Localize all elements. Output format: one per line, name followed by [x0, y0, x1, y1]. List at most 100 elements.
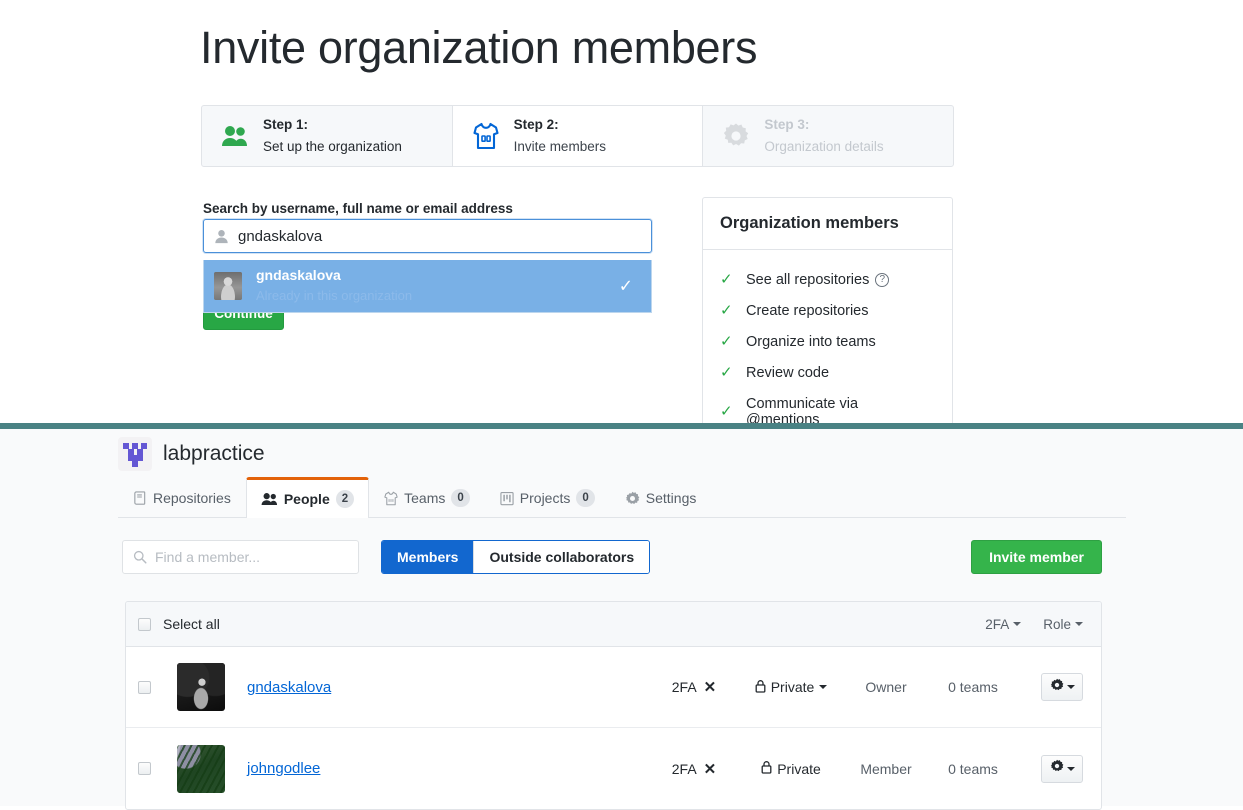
table-row: johngodlee 2FA ✕ Private Member 0 teams [126, 728, 1101, 809]
gear-icon [721, 121, 751, 151]
identicon-logo [118, 437, 152, 471]
jersey-icon [471, 121, 501, 151]
member-type-toggle: Members Outside collaborators [381, 540, 650, 574]
member-username-link[interactable]: johngodlee [247, 760, 320, 777]
wizard-step-3-desc: Organization details [764, 139, 883, 154]
toggle-members[interactable]: Members [382, 541, 473, 573]
table-row: gndaskalova 2FA ✕ Private Owner 0 teams [126, 647, 1101, 728]
people-icon [220, 121, 250, 151]
search-label: Search by username, full name or email a… [203, 201, 513, 216]
username-autocomplete-dropdown: gndaskalova Already in this organization… [203, 260, 652, 313]
visibility-dropdown[interactable]: Private [737, 679, 845, 696]
avatar [214, 272, 242, 300]
filter-2fa-label: 2FA [985, 617, 1009, 632]
twofa-label: 2FA [672, 761, 697, 777]
find-member-input[interactable]: Find a member... [122, 540, 359, 574]
perk-label: Review code [746, 365, 829, 381]
perk-label: See all repositories [746, 272, 869, 288]
x-icon: ✕ [704, 678, 717, 696]
visibility-label: Private [771, 679, 815, 695]
tab-teams[interactable]: Teams 0 [369, 478, 485, 517]
page-title: Invite organization members [200, 22, 757, 74]
wizard-step-1-desc: Set up the organization [263, 139, 402, 154]
tab-teams-count: 0 [451, 489, 469, 507]
check-icon: ✓ [720, 334, 734, 349]
search-input-value: gndaskalova [238, 228, 322, 245]
check-icon: ✓ [720, 404, 734, 419]
organization-tabs: Repositories People 2 Teams [118, 478, 1126, 518]
tab-projects-count: 0 [576, 489, 594, 507]
gear-icon [625, 491, 640, 506]
tab-people-label: People [284, 491, 330, 507]
help-icon[interactable]: ? [875, 273, 889, 287]
chevron-down-icon [1075, 622, 1083, 626]
autocomplete-option-subtext: Already in this organization [256, 288, 412, 303]
organization-members-panel-title: Organization members [703, 198, 952, 250]
twofa-status: 2FA ✕ [651, 760, 737, 778]
toggle-outside-collaborators[interactable]: Outside collaborators [473, 541, 649, 573]
filter-role-label: Role [1043, 617, 1071, 632]
filter-2fa[interactable]: 2FA [985, 617, 1021, 632]
organization-header: labpractice [118, 437, 265, 471]
perk-item: ✓ Review code [720, 357, 935, 388]
repo-icon [133, 491, 147, 506]
find-member-placeholder: Find a member... [155, 549, 260, 565]
perk-item: ✓ Create repositories [720, 295, 935, 326]
wizard-step-2[interactable]: Step 2: Invite members [453, 106, 704, 166]
perk-label: Communicate via @mentions [746, 396, 935, 424]
perk-label: Organize into teams [746, 334, 876, 350]
people-icon [261, 492, 278, 506]
wizard-stepper: Step 1: Set up the organization Step 2: … [201, 105, 954, 167]
tab-people-count: 2 [336, 490, 354, 508]
avatar [177, 745, 225, 793]
tab-people[interactable]: People 2 [246, 477, 369, 518]
wizard-step-1[interactable]: Step 1: Set up the organization [202, 106, 453, 166]
select-all-checkbox[interactable] [138, 618, 151, 631]
perk-item: ✓ Organize into teams [720, 326, 935, 357]
tab-projects[interactable]: Projects 0 [485, 478, 610, 517]
people-toolbar: Find a member... Members Outside collabo… [122, 540, 1102, 574]
autocomplete-option[interactable]: gndaskalova Already in this organization… [204, 260, 651, 312]
perk-item: ✓ Communicate via @mentions [720, 388, 935, 423]
row-settings-button[interactable] [1041, 755, 1083, 783]
invite-member-button[interactable]: Invite member [971, 540, 1102, 574]
check-icon: ✓ [720, 272, 734, 287]
twofa-status: 2FA ✕ [651, 678, 737, 696]
gear-icon [1050, 759, 1064, 778]
wizard-step-2-desc: Invite members [514, 139, 606, 154]
invite-wizard-pane: Invite organization members Step 1: Set … [0, 0, 1243, 423]
member-username-link[interactable]: gndaskalova [247, 679, 331, 696]
filter-role[interactable]: Role [1043, 617, 1083, 632]
row-checkbox[interactable] [138, 762, 151, 775]
perk-item: ✓ See all repositories ? [720, 264, 935, 295]
member-role: Member [845, 761, 927, 777]
lock-icon [755, 679, 766, 696]
tab-teams-label: Teams [404, 490, 445, 506]
wizard-step-2-number: Step 2: [514, 117, 559, 132]
visibility-label: Private [777, 761, 821, 777]
tab-repositories[interactable]: Repositories [118, 478, 246, 517]
check-icon: ✓ [720, 303, 734, 318]
row-settings-button[interactable] [1041, 673, 1083, 701]
check-icon: ✓ [619, 278, 633, 295]
search-icon [133, 550, 147, 564]
row-checkbox[interactable] [138, 681, 151, 694]
gear-icon [1050, 678, 1064, 697]
member-teams-count: 0 teams [927, 761, 1019, 777]
organization-members-perk-list: ✓ See all repositories ? ✓ Create reposi… [703, 250, 952, 423]
select-all-label: Select all [163, 616, 220, 632]
username-search-input[interactable]: gndaskalova [203, 219, 652, 253]
autocomplete-option-name: gndaskalova [256, 267, 341, 283]
wizard-step-3[interactable]: Step 3: Organization details [703, 106, 953, 166]
chevron-down-icon [819, 685, 827, 689]
member-table-header: Select all 2FA Role [126, 602, 1101, 647]
organization-name: labpractice [163, 442, 265, 466]
visibility-label-static: Private [737, 760, 845, 777]
check-icon: ✓ [720, 365, 734, 380]
member-table: Select all 2FA Role gndaskalova 2FA ✕ [125, 601, 1102, 810]
jersey-icon [384, 491, 398, 506]
wizard-step-3-number: Step 3: [764, 117, 809, 132]
tab-settings[interactable]: Settings [610, 478, 712, 517]
organization-members-panel: Organization members ✓ See all repositor… [702, 197, 953, 423]
chevron-down-icon [1067, 685, 1075, 689]
